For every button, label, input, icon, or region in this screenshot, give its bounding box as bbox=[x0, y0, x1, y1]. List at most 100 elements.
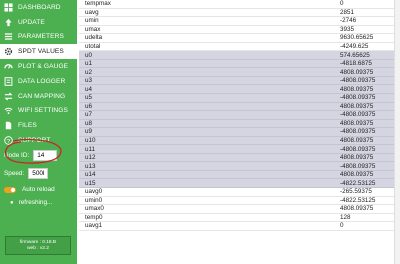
sidebar: DASHBOARD UPDATE PARAMETERS SPDT VALUES … bbox=[0, 0, 77, 264]
upload-icon bbox=[4, 18, 13, 27]
row-key: uavg0 bbox=[85, 188, 103, 196]
row-value: 4808.09375 bbox=[340, 102, 374, 110]
row-key: tempmax bbox=[85, 0, 111, 8]
row-key: u6 bbox=[85, 102, 93, 110]
file-icon bbox=[4, 121, 13, 130]
table-row: u9 -4808.09375 bbox=[79, 128, 400, 137]
nav-plot-gauge[interactable]: PLOT & GAUGE bbox=[0, 59, 77, 74]
row-key: u9 bbox=[85, 128, 93, 136]
table-body: tempmax 0 uavg 2851 umin -2746 umax 3935 udelta 9… bbox=[79, 0, 400, 231]
table-row: u12 4808.09375 bbox=[79, 153, 400, 163]
table-row: u11 -4808.09375 bbox=[79, 145, 400, 154]
nav-wifi-settings[interactable]: WIFI SETTINGS bbox=[0, 104, 77, 119]
nav-support[interactable]: ? SUPPORT bbox=[0, 133, 77, 148]
table-row: udelta 9630.65625 bbox=[79, 34, 400, 43]
web-version: web : v2.2 bbox=[27, 246, 49, 251]
row-value: -4822.53125 bbox=[340, 179, 376, 187]
table-row: utotal -4249.625 bbox=[79, 43, 400, 52]
table-row: u1 -4818.6875 bbox=[79, 59, 400, 69]
firmware-box: firmware : 0.18.B web : v2.2 bbox=[5, 236, 71, 255]
nav-update[interactable]: UPDATE bbox=[0, 15, 77, 30]
table-row: u2 4808.09375 bbox=[79, 68, 400, 77]
nav-label: CAN MAPPING bbox=[18, 92, 66, 100]
row-key: umin0 bbox=[85, 196, 103, 204]
table-row: umax0 4808.09375 bbox=[79, 205, 400, 214]
gear-icon bbox=[4, 47, 13, 56]
gauge-icon bbox=[4, 62, 13, 71]
row-value: -4808.09375 bbox=[340, 145, 376, 153]
row-key: u10 bbox=[85, 137, 96, 145]
nav-spdt-values[interactable]: SPDT VALUES bbox=[0, 44, 77, 60]
scrollbar[interactable] bbox=[394, 0, 400, 264]
row-value: 4808.09375 bbox=[340, 205, 374, 213]
row-key: temp0 bbox=[85, 213, 103, 221]
row-value: 4808.09375 bbox=[340, 137, 374, 145]
row-key: utotal bbox=[85, 43, 101, 50]
table-row: u4 4808.09375 bbox=[79, 85, 400, 95]
row-key: u4 bbox=[85, 85, 93, 93]
row-value: -4808.09375 bbox=[340, 162, 376, 170]
refreshing-label: refreshing... bbox=[18, 199, 53, 206]
nav-data-logger[interactable]: DATA LOGGER bbox=[0, 74, 77, 89]
row-key: u12 bbox=[85, 154, 96, 162]
row-key: u15 bbox=[85, 179, 96, 187]
row-value: 4808.09375 bbox=[340, 85, 374, 93]
speed-row: Speed: bbox=[4, 168, 49, 179]
row-key: u11 bbox=[85, 145, 96, 153]
row-value: -4808.09375 bbox=[340, 77, 376, 85]
row-key: u1 bbox=[85, 60, 93, 68]
row-value: 128 bbox=[340, 213, 351, 221]
nav-label: SUPPORT bbox=[18, 137, 51, 145]
row-value: -265.59375 bbox=[340, 188, 372, 196]
row-value: 4808.09375 bbox=[340, 119, 374, 127]
row-key: u8 bbox=[85, 119, 93, 127]
refresh-icon: ● bbox=[10, 199, 14, 206]
table-row: u13 -4808.09375 bbox=[79, 162, 400, 171]
refreshing-row: ● refreshing... bbox=[10, 199, 52, 206]
table-row: u14 4808.09375 bbox=[79, 170, 400, 180]
row-value: 4808.09375 bbox=[340, 154, 374, 162]
auto-reload-row: Auto reload bbox=[4, 186, 55, 193]
table-row: umin -2746 bbox=[79, 17, 400, 26]
row-key: u14 bbox=[85, 171, 96, 179]
logger-icon bbox=[4, 77, 13, 86]
nav-label: FILES bbox=[18, 122, 37, 130]
row-value: -4818.6875 bbox=[340, 60, 372, 68]
row-value: 0 bbox=[340, 0, 344, 8]
table-row: u7 -4808.09375 bbox=[79, 111, 400, 120]
row-value: -4249.625 bbox=[340, 43, 369, 50]
row-value: 2851 bbox=[340, 8, 355, 16]
values-table: tempmax 0 uavg 2851 umin -2746 umax 3935 udelta 9… bbox=[79, 0, 400, 264]
nav-parameters[interactable]: PARAMETERS bbox=[0, 30, 77, 45]
nav-can-mapping[interactable]: CAN MAPPING bbox=[0, 89, 77, 104]
table-row: u10 4808.09375 bbox=[79, 136, 400, 146]
row-key: u5 bbox=[85, 94, 93, 102]
row-key: udelta bbox=[85, 34, 103, 42]
nav-files[interactable]: FILES bbox=[0, 118, 77, 133]
nav-label: DASHBOARD bbox=[18, 3, 61, 11]
table-row: uavg0 -265.59375 bbox=[79, 188, 400, 197]
speed-input[interactable] bbox=[28, 168, 49, 179]
speed-label: Speed: bbox=[4, 170, 25, 177]
row-key: umax0 bbox=[85, 205, 104, 213]
wifi-icon bbox=[4, 106, 13, 115]
row-key: u0 bbox=[85, 51, 93, 59]
row-key: u7 bbox=[85, 111, 93, 119]
table-row: u3 -4808.09375 bbox=[79, 76, 400, 86]
row-value: 574.65625 bbox=[340, 51, 370, 59]
table-row: u8 4808.09375 bbox=[79, 119, 400, 129]
nav-label: PLOT & GAUGE bbox=[18, 63, 69, 71]
nav-label: PARAMETERS bbox=[18, 33, 64, 41]
dashboard-icon bbox=[4, 3, 13, 12]
nav-label: UPDATE bbox=[18, 18, 45, 26]
node-id-row: Node ID: bbox=[4, 150, 58, 161]
auto-reload-label: Auto reload bbox=[22, 186, 55, 193]
auto-reload-toggle[interactable] bbox=[4, 186, 16, 193]
row-key: u13 bbox=[85, 162, 96, 170]
node-id-input[interactable] bbox=[33, 150, 58, 161]
node-id-label: Node ID: bbox=[4, 152, 30, 159]
row-key: uavg bbox=[85, 8, 99, 16]
table-row: u6 4808.09375 bbox=[79, 102, 400, 112]
nav-dashboard[interactable]: DASHBOARD bbox=[0, 0, 77, 15]
table-row: umin0 -4822.53125 bbox=[79, 197, 400, 206]
